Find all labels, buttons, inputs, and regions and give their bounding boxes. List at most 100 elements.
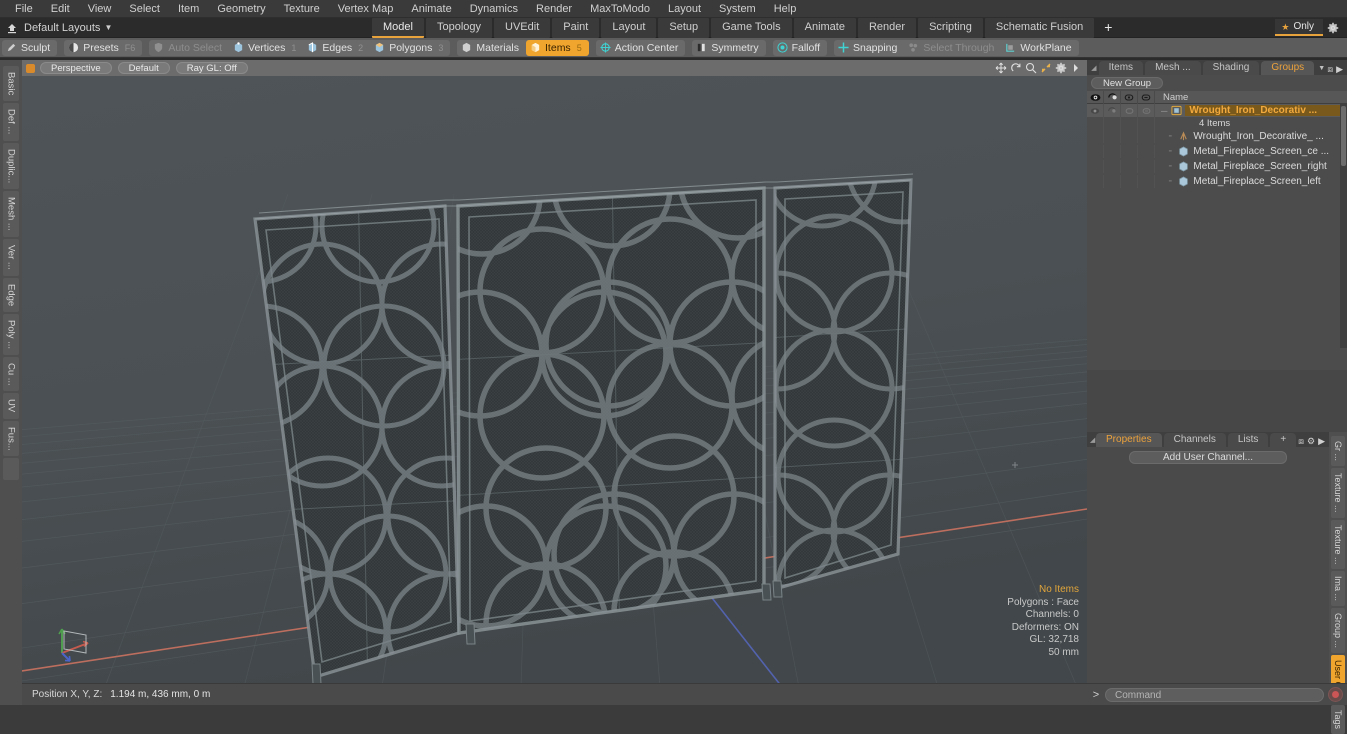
tab-setup[interactable]: Setup <box>658 17 710 38</box>
gear-icon[interactable] <box>1053 61 1068 75</box>
child4-cell-2[interactable] <box>1104 175 1121 188</box>
tab-layout[interactable]: Layout <box>601 17 657 38</box>
right-tab-image[interactable]: Ima ... <box>1331 571 1345 607</box>
menu-item-system[interactable]: System <box>710 0 765 18</box>
tab-schematic-fusion[interactable]: Schematic Fusion <box>984 17 1095 38</box>
child3-cell-3[interactable] <box>1121 160 1138 173</box>
child3-cell-2[interactable] <box>1104 160 1121 173</box>
polygons-mode-button[interactable]: Polygons 3 <box>370 40 450 56</box>
child4-cell-4[interactable] <box>1138 175 1155 188</box>
action-center-button[interactable]: Action Center <box>596 40 686 56</box>
gear-icon[interactable]: ⚙ <box>1307 436 1315 447</box>
menu-item-render[interactable]: Render <box>527 0 581 18</box>
viewport-shading-selector[interactable]: Default <box>117 62 170 74</box>
auto-select-button[interactable]: Auto Select <box>149 40 229 56</box>
left-tab-mesh[interactable]: Mesh ... <box>3 190 19 237</box>
child2-cell-3[interactable] <box>1121 145 1138 158</box>
table-row[interactable]: ─ Wrought_Iron_Decorativ ... <box>1087 104 1347 117</box>
left-tab-basic[interactable]: Basic <box>3 66 19 102</box>
right-tab-texture2[interactable]: Texture ... <box>1331 519 1345 570</box>
group-name-label[interactable]: Wrought_Iron_Decorativ ... <box>1185 105 1347 116</box>
list-item[interactable]: ╴ Metal_Fireplace_Screen_left <box>1155 174 1347 189</box>
menu-item-file[interactable]: File <box>6 0 42 18</box>
sculpt-button[interactable]: Sculpt <box>2 40 57 56</box>
tab-scripting[interactable]: Scripting <box>918 17 983 38</box>
child4-cell-1[interactable] <box>1087 175 1104 188</box>
eye-icon[interactable] <box>1087 90 1104 104</box>
symmetry-button[interactable]: Symmetry <box>692 40 765 56</box>
left-tab-curve[interactable]: Cu ... <box>3 356 19 392</box>
presets-button[interactable]: Presets F6 <box>64 40 142 56</box>
child4-cell-3[interactable] <box>1121 175 1138 188</box>
render-icon[interactable] <box>1104 90 1121 104</box>
chevron-right-icon[interactable] <box>1068 61 1083 75</box>
properties-corner-icon[interactable]: ◢ <box>1089 432 1096 447</box>
list-item[interactable]: ╴ Metal_Fireplace_Screen_right <box>1155 159 1347 174</box>
child1-cell-1[interactable] <box>1087 130 1104 143</box>
layout-preset-selector[interactable]: Default Layouts ▼ <box>0 20 372 36</box>
chevron-right-icon[interactable]: ▶ <box>1336 64 1343 75</box>
viewport-view-selector[interactable]: Perspective <box>40 62 112 74</box>
vertices-mode-button[interactable]: Vertices 1 <box>229 40 303 56</box>
row-wireframe-toggle[interactable] <box>1138 104 1155 117</box>
tab-groups[interactable]: Groups <box>1261 61 1315 75</box>
right-tab-tags[interactable]: Tags <box>1331 705 1345 734</box>
viewport-raygl-selector[interactable]: Ray GL: Off <box>175 62 248 74</box>
menu-item-view[interactable]: View <box>79 0 121 18</box>
child1-cell-2[interactable] <box>1104 130 1121 143</box>
tab-model[interactable]: Model <box>372 17 424 38</box>
materials-mode-button[interactable]: Materials <box>457 40 526 56</box>
groups-scrollbar[interactable] <box>1340 104 1347 348</box>
items-mode-button[interactable]: Items 5 <box>526 39 589 56</box>
zoom-icon[interactable] <box>1023 61 1038 75</box>
workplane-button[interactable]: WorkPlane <box>1001 40 1078 56</box>
tab-paint[interactable]: Paint <box>552 17 600 38</box>
left-tab-uv[interactable]: UV <box>3 393 19 419</box>
left-tab-vertex[interactable]: Ver ... <box>3 238 19 276</box>
chevron-right-icon[interactable]: ▶ <box>1318 436 1325 447</box>
lock-icon[interactable] <box>1121 90 1138 104</box>
menu-item-edit[interactable]: Edit <box>42 0 79 18</box>
viewport-canvas[interactable] <box>22 76 1087 683</box>
menu-item-layout[interactable]: Layout <box>659 0 710 18</box>
add-panel-tab-button[interactable]: + <box>1270 433 1297 447</box>
menu-item-dynamics[interactable]: Dynamics <box>461 0 527 18</box>
child1-cell-3[interactable] <box>1121 130 1138 143</box>
tab-topology[interactable]: Topology <box>425 17 493 38</box>
new-group-button[interactable]: New Group <box>1091 77 1163 89</box>
rotate-icon[interactable] <box>1008 61 1023 75</box>
snapping-button[interactable]: Snapping <box>834 40 904 56</box>
left-tab-fusion[interactable]: Fus... <box>3 420 19 457</box>
child2-cell-1[interactable] <box>1087 145 1104 158</box>
child2-cell-2[interactable] <box>1104 145 1121 158</box>
edges-mode-button[interactable]: Edges 2 <box>303 40 370 56</box>
child2-cell-4[interactable] <box>1138 145 1155 158</box>
menu-item-maxtomodo[interactable]: MaxToModo <box>581 0 659 18</box>
tab-game-tools[interactable]: Game Tools <box>711 17 792 38</box>
record-icon[interactable] <box>1328 687 1343 702</box>
tab-animate[interactable]: Animate <box>793 17 856 38</box>
viewport-menu-dot[interactable] <box>26 63 35 73</box>
groups-tree-body[interactable]: ─ Wrought_Iron_Decorativ ... 4 Items ╴ W… <box>1087 104 1347 348</box>
command-input[interactable]: Command <box>1105 687 1324 702</box>
row-render-toggle[interactable] <box>1104 104 1121 117</box>
move-icon[interactable] <box>993 61 1008 75</box>
tab-items[interactable]: Items <box>1098 61 1144 75</box>
right-tab-group[interactable]: Group ... <box>1331 608 1345 654</box>
right-tab-general[interactable]: Gr ... <box>1331 436 1345 466</box>
list-item[interactable]: ╴ Wrought_Iron_Decorative_ ... <box>1155 129 1347 144</box>
expand-icon[interactable]: ⧈ <box>1327 64 1333 75</box>
select-through-button[interactable]: Select Through <box>904 40 1001 56</box>
menu-item-vertex-map[interactable]: Vertex Map <box>329 0 403 18</box>
child1-cell-4[interactable] <box>1138 130 1155 143</box>
menu-item-select[interactable]: Select <box>120 0 169 18</box>
chevron-down-icon[interactable]: ▼ <box>1316 61 1327 75</box>
menu-item-item[interactable]: Item <box>169 0 208 18</box>
list-item[interactable]: ╴ Metal_Fireplace_Screen_ce ... <box>1155 144 1347 159</box>
viewport-3d[interactable]: Perspective Default Ray GL: Off No Items… <box>22 60 1087 683</box>
left-tab-duplicate[interactable]: Duplic... <box>3 142 19 189</box>
tab-channels[interactable]: Channels <box>1163 433 1226 447</box>
tab-render[interactable]: Render <box>857 17 917 38</box>
child3-cell-4[interactable] <box>1138 160 1155 173</box>
tab-mesh[interactable]: Mesh ... <box>1145 61 1201 75</box>
